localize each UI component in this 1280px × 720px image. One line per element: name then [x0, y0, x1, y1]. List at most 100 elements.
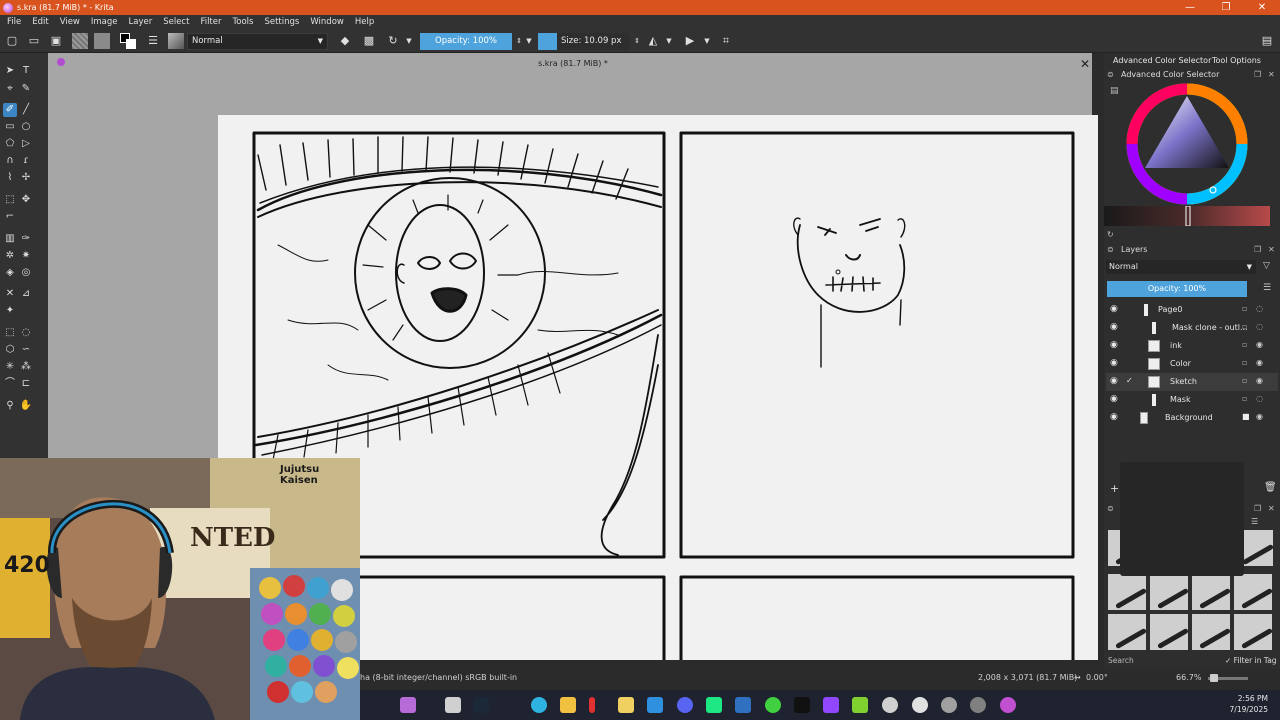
menu-tools[interactable]: Tools	[226, 17, 258, 27]
brush-presets-lock-icon[interactable]: ⊜	[1107, 504, 1114, 513]
mirror-horizontal-icon[interactable]: ◭	[646, 34, 660, 48]
menu-settings[interactable]: Settings	[257, 17, 303, 27]
file-explorer-icon[interactable]	[560, 697, 576, 713]
close-docker-icon[interactable]: ✕	[1268, 70, 1275, 79]
refresh-icon[interactable]: ↻	[1107, 230, 1114, 239]
elliptical-selection-tool-icon[interactable]: ◌	[19, 326, 33, 340]
chrome-icon[interactable]	[970, 697, 986, 713]
layer-row-mask[interactable]: ◉ Mask ▫ ◌	[1106, 391, 1278, 409]
alpha-lock-icon[interactable]: ◉	[1256, 376, 1263, 385]
rectangle-tool-icon[interactable]: ▭	[3, 120, 17, 134]
calligraphy-tool-icon[interactable]: ✎	[19, 82, 33, 96]
smart-patch-tool-icon[interactable]: ✷	[19, 249, 33, 263]
reload-preset-icon[interactable]: ↻	[386, 34, 400, 48]
color-history-bar[interactable]	[1104, 206, 1270, 226]
eraser-icon[interactable]: ◆	[338, 34, 352, 48]
polygon-tool-icon[interactable]: ⬠	[3, 137, 17, 151]
freehand-brush-tool-icon[interactable]: ✐	[3, 103, 17, 117]
enclose-fill-tool-icon[interactable]: ◎	[19, 266, 33, 280]
wrap-around-icon[interactable]: ⌗	[719, 34, 733, 48]
colorize-mask-tool-icon[interactable]: ✲	[3, 249, 17, 263]
filter-in-tag-checkbox[interactable]: ✓ Filter in Tag	[1225, 656, 1277, 665]
system-clock[interactable]: 2:56 PM 7/19/2025	[1228, 693, 1268, 715]
close-document-button[interactable]: ✕	[1080, 57, 1090, 71]
add-layer-icon[interactable]: +	[1110, 482, 1119, 495]
inherit-alpha-icon[interactable]: ◌	[1256, 322, 1263, 331]
menu-filter[interactable]: Filter	[193, 17, 225, 27]
layers-menu-icon[interactable]: ☰	[1263, 283, 1271, 293]
gradient-tool-icon[interactable]: ▥	[3, 232, 17, 246]
visibility-eye-icon[interactable]: ◉	[1110, 376, 1118, 386]
calculator-icon[interactable]	[735, 697, 751, 713]
task-view-icon[interactable]	[445, 697, 461, 713]
edit-brush-settings-icon[interactable]: ☰	[146, 34, 160, 48]
rectangular-selection-tool-icon[interactable]: ⬚	[3, 326, 17, 340]
microsoft-store-icon[interactable]	[647, 697, 663, 713]
twitch-icon[interactable]	[823, 697, 839, 713]
layers-opacity-slider[interactable]: Opacity: 100%	[1107, 281, 1247, 297]
tab-advanced-color-selector[interactable]: Advanced Color Selector	[1113, 56, 1211, 65]
zoom-slider-handle[interactable]	[1210, 674, 1218, 682]
menu-view[interactable]: View	[53, 17, 84, 27]
similar-selection-tool-icon[interactable]: ⁂	[19, 360, 33, 374]
inherit-alpha-icon[interactable]: ◌	[1256, 304, 1263, 313]
alpha-lock-icon[interactable]: ◉	[1256, 358, 1263, 367]
presets-menu-icon[interactable]: ☰	[1251, 517, 1258, 526]
hulu-icon[interactable]	[706, 697, 722, 713]
visibility-eye-icon[interactable]: ◉	[1110, 340, 1118, 350]
layer-row-page0[interactable]: ◉ Page0 ▫ ◌	[1106, 301, 1278, 319]
xbox-icon[interactable]	[765, 697, 781, 713]
crop-tool-icon[interactable]: ⌐	[3, 210, 17, 224]
menu-help[interactable]: Help	[348, 17, 378, 27]
layers-lock-icon[interactable]: ⊜	[1107, 245, 1114, 254]
open-document-icon[interactable]: ▭	[27, 34, 41, 48]
visibility-eye-icon[interactable]: ◉	[1110, 304, 1118, 314]
rotation-label[interactable]: 0.00°	[1086, 673, 1108, 682]
maximize-button[interactable]: ❐	[1208, 0, 1244, 15]
preserve-alpha-icon[interactable]: ▩	[362, 34, 376, 48]
lock-icon[interactable]: ▫	[1242, 358, 1247, 367]
freehand-selection-tool-icon[interactable]: ∽	[19, 343, 33, 357]
float-docker-icon[interactable]: ❐	[1254, 70, 1261, 79]
brush-preset[interactable]	[1192, 614, 1230, 650]
new-document-icon[interactable]: ▢	[5, 34, 19, 48]
lock-icon[interactable]: ▫	[1242, 376, 1247, 385]
layer-row-mask-clone[interactable]: ◉ Mask clone - outl... ▫ ◌	[1106, 319, 1278, 337]
discord-icon[interactable]	[677, 697, 693, 713]
adobe-app-icon[interactable]	[794, 697, 810, 713]
taskbar-widget-icon[interactable]	[400, 697, 416, 713]
layer-row-ink[interactable]: ◉ ink ▫ ◉	[1106, 337, 1278, 355]
menu-image[interactable]: Image	[84, 17, 122, 27]
contiguous-selection-tool-icon[interactable]: ✳	[3, 360, 17, 374]
fill-tool-icon[interactable]: ◈	[3, 266, 17, 280]
brush-preset-icon[interactable]	[168, 33, 184, 49]
brush-preset[interactable]	[1234, 614, 1272, 650]
edit-shapes-tool-icon[interactable]: ⌖	[3, 82, 17, 96]
close-presets-icon[interactable]: ✕	[1268, 504, 1275, 513]
brush-preset[interactable]	[1108, 614, 1146, 650]
text-tool-icon[interactable]: T	[19, 64, 33, 78]
pattern-swatch[interactable]	[94, 33, 110, 49]
menu-window[interactable]: Window	[303, 17, 348, 27]
transform-tool-icon[interactable]: ⬚	[3, 193, 17, 207]
edge-browser-icon[interactable]	[531, 697, 547, 713]
brush-preset[interactable]	[1108, 574, 1146, 610]
visibility-eye-icon[interactable]: ◉	[1110, 358, 1118, 368]
pan-tool-icon[interactable]: ✋	[19, 399, 33, 413]
color-wheel[interactable]	[1125, 82, 1249, 206]
delete-layer-icon[interactable]: 🗑	[1264, 482, 1277, 493]
visibility-eye-icon[interactable]: ◉	[1110, 394, 1118, 404]
ellipse-tool-icon[interactable]: ○	[19, 120, 33, 134]
locked-icon[interactable]: ■	[1242, 412, 1250, 421]
nvidia-icon[interactable]	[852, 697, 868, 713]
visibility-eye-icon[interactable]: ◉	[1110, 412, 1118, 422]
polygonal-selection-tool-icon[interactable]: ⬡	[3, 343, 17, 357]
bezier-tool-icon[interactable]: ∩	[3, 154, 17, 168]
float-presets-icon[interactable]: ❐	[1254, 504, 1261, 513]
freehand-path-tool-icon[interactable]: ɾ	[19, 154, 33, 168]
bezier-selection-tool-icon[interactable]: ⌒	[3, 377, 17, 391]
steam-icon[interactable]	[473, 697, 489, 713]
opacity-slider[interactable]: Opacity: 100%	[420, 33, 512, 50]
media-app-icon[interactable]	[589, 697, 595, 713]
dynamic-brush-tool-icon[interactable]: ⌇	[3, 171, 17, 185]
